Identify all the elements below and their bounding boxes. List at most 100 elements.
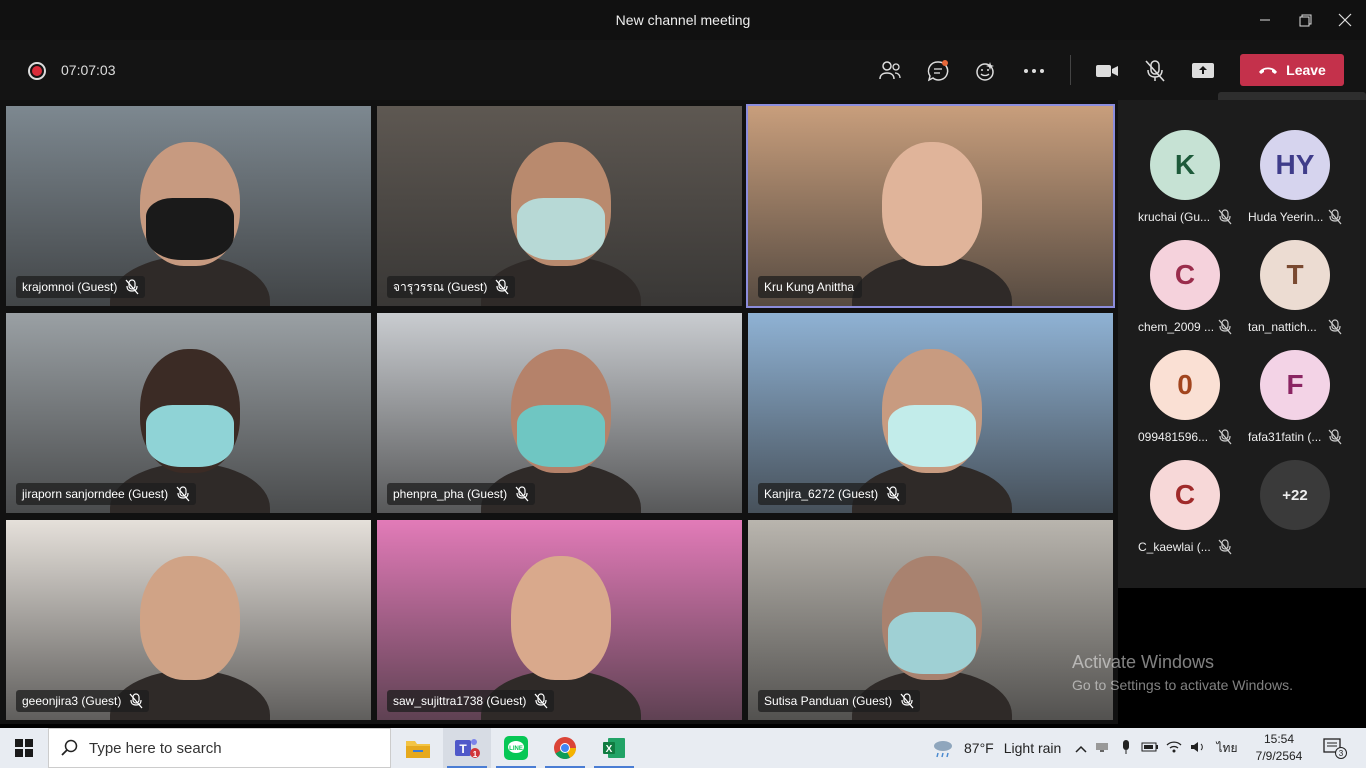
participant-name: krajomnoi (Guest) <box>22 280 118 294</box>
language-indicator[interactable]: ไทย <box>1210 739 1244 758</box>
reactions-icon[interactable] <box>973 58 999 84</box>
hang-up-icon <box>1258 62 1278 78</box>
weather-desc: Light rain <box>1003 740 1062 756</box>
taskbar-search[interactable]: Type here to search <box>48 728 391 768</box>
camera-icon[interactable] <box>1094 58 1120 84</box>
windows-icon <box>15 739 33 757</box>
video-tile[interactable]: phenpra_pha (Guest) <box>375 311 744 515</box>
video-tile[interactable]: geeonjira3 (Guest) <box>4 518 373 722</box>
mic-muted-icon <box>1218 539 1232 555</box>
watermark-line1: Activate Windows <box>1072 652 1215 672</box>
face-mask <box>146 405 234 467</box>
participant-face <box>511 556 611 680</box>
mic-muted-icon <box>1328 319 1342 335</box>
video-tile[interactable]: Kanjira_6272 (Guest) <box>746 311 1115 515</box>
video-tile[interactable]: jiraporn sanjorndee (Guest) <box>4 311 373 515</box>
participant-name: Sutisa Panduan (Guest) <box>764 694 893 708</box>
face-mask <box>888 612 976 674</box>
start-button[interactable] <box>0 728 48 768</box>
participants-icon[interactable] <box>877 58 903 84</box>
rain-cloud-icon <box>934 741 952 758</box>
teams-badge: 1 <box>473 750 478 759</box>
search-icon <box>61 739 78 756</box>
mic-muted-icon <box>1218 429 1232 445</box>
participant-avatar[interactable]: 0 <box>1150 350 1220 420</box>
participant-face <box>882 142 982 266</box>
meeting-timer: 07:07:03 <box>61 62 116 78</box>
mic-muted-icon[interactable] <box>1142 58 1168 84</box>
video-tile[interactable]: จารุวรรณ (Guest) <box>375 104 744 308</box>
volume-icon[interactable] <box>1186 740 1210 757</box>
clock-time: 15:54 <box>1263 732 1295 746</box>
participant-avatar-name: Huda Yeerin... <box>1248 210 1324 224</box>
participant-name-label: geeonjira3 (Guest) <box>16 690 150 712</box>
mic-muted-icon <box>886 486 900 502</box>
face-mask <box>517 198 605 260</box>
chat-icon[interactable] <box>925 58 951 84</box>
participant-name: Kru Kung Anittha <box>764 280 855 294</box>
excel-icon[interactable]: X <box>590 728 638 768</box>
participant-name-label: phenpra_pha (Guest) <box>387 483 536 505</box>
taskbar-clock[interactable]: 15:54 7/9/2564 <box>1248 731 1310 765</box>
participant-name-label: Sutisa Panduan (Guest) <box>758 690 921 712</box>
network-drive-icon[interactable] <box>1090 740 1114 756</box>
video-tile[interactable]: krajomnoi (Guest) <box>4 104 373 308</box>
minimize-icon[interactable] <box>1252 9 1278 31</box>
participant-name-label: Kanjira_6272 (Guest) <box>758 483 907 505</box>
window-title: New channel meeting <box>615 12 751 28</box>
toolbar-divider <box>1070 55 1071 85</box>
participant-avatar[interactable]: C <box>1150 460 1220 530</box>
wifi-icon[interactable] <box>1162 740 1186 757</box>
leave-button[interactable]: Leave <box>1240 54 1344 86</box>
file-explorer-icon[interactable] <box>394 728 442 768</box>
video-tile[interactable]: Kru Kung Anittha <box>746 104 1115 308</box>
more-options-icon[interactable] <box>1021 58 1047 84</box>
participant-face <box>140 556 240 680</box>
title-bar: New channel meeting <box>0 0 1366 40</box>
participant-name: Kanjira_6272 (Guest) <box>764 487 879 501</box>
share-screen-icon[interactable] <box>1190 58 1216 84</box>
participant-name: phenpra_pha (Guest) <box>393 487 508 501</box>
participant-avatar-name: fafa31fatin (... <box>1248 430 1322 444</box>
participant-avatar[interactable]: HY <box>1260 130 1330 200</box>
line-icon[interactable]: LINE <box>492 728 540 768</box>
video-tile[interactable]: Sutisa Panduan (Guest) <box>746 518 1115 722</box>
chevron-up-icon[interactable] <box>1072 740 1090 756</box>
participant-avatar[interactable]: F <box>1260 350 1330 420</box>
mic-muted-icon <box>1328 209 1342 225</box>
participant-avatar-name: 099481596... <box>1138 430 1209 444</box>
notification-icon[interactable]: 3 <box>1322 728 1348 768</box>
mic-muted-icon <box>515 486 529 502</box>
participant-name-label: จารุวรรณ (Guest) <box>387 276 516 298</box>
participant-avatar[interactable]: K <box>1150 130 1220 200</box>
chrome-icon[interactable] <box>541 728 589 768</box>
more-participants-button[interactable]: +22 <box>1260 460 1330 530</box>
participant-avatar-name: tan_nattich... <box>1248 320 1317 334</box>
teams-icon[interactable]: T1 <box>443 728 491 768</box>
participant-name-label: krajomnoi (Guest) <box>16 276 146 298</box>
maximize-icon[interactable] <box>1292 9 1318 31</box>
mic-muted-icon <box>129 693 143 709</box>
face-mask <box>146 198 234 260</box>
participant-name-label: jiraporn sanjorndee (Guest) <box>16 483 197 505</box>
participant-name: จารุวรรณ (Guest) <box>393 280 488 294</box>
participants-panel: Kkruchai (Gu... HY Huda Yeerin... Cchem_200… <box>1118 100 1366 588</box>
search-placeholder: Type here to search <box>89 739 222 757</box>
participant-avatar[interactable]: T <box>1260 240 1330 310</box>
video-tile[interactable]: saw_sujittra1738 (Guest) <box>375 518 744 722</box>
microphone-icon[interactable] <box>1114 739 1138 758</box>
mic-muted-icon <box>495 279 509 295</box>
mic-muted-icon <box>176 486 190 502</box>
participant-name: geeonjira3 (Guest) <box>22 694 122 708</box>
participant-avatar-name: chem_2009 ... <box>1138 320 1215 334</box>
participant-name: saw_sujittra1738 (Guest) <box>393 694 527 708</box>
activate-windows-watermark: Activate Windows Go to Settings to activ… <box>1072 652 1293 693</box>
weather-widget[interactable]: 87°F Light rain <box>932 728 1061 768</box>
participant-avatar[interactable]: C <box>1150 240 1220 310</box>
face-mask <box>888 405 976 467</box>
battery-icon[interactable] <box>1138 740 1162 756</box>
close-icon[interactable] <box>1332 9 1358 31</box>
clock-date: 7/9/2564 <box>1255 749 1303 763</box>
svg-text:X: X <box>606 744 613 755</box>
mic-muted-icon <box>534 693 548 709</box>
